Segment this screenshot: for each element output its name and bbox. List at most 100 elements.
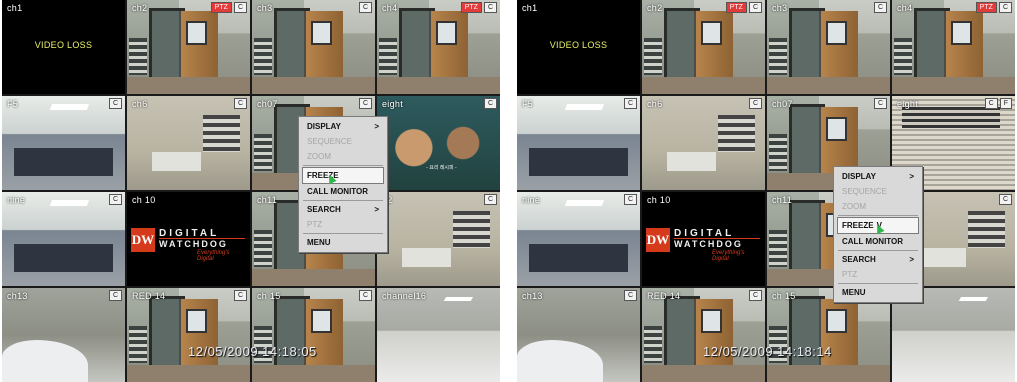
status-badges: C bbox=[998, 194, 1012, 205]
camera-tile[interactable]: ch1 VIDEO LOSS bbox=[2, 0, 125, 94]
camera-badge: C bbox=[358, 2, 372, 13]
camera-tile[interactable]: ch2 PTZ C bbox=[642, 0, 765, 94]
camera-tile[interactable]: ch6 C bbox=[642, 96, 765, 190]
logo-tagline: Everything's Digital bbox=[712, 250, 745, 262]
scene-shelf2 bbox=[203, 114, 241, 153]
camera-tile[interactable]: ch4 PTZ C bbox=[377, 0, 500, 94]
channel-label: ch6 bbox=[647, 99, 663, 109]
menu-item-display[interactable]: DISPLAY > bbox=[834, 169, 922, 184]
camera-tile[interactable]: DW DIGITAL WATCHDOG Everything's Digital ch … bbox=[127, 192, 250, 286]
menu-item-freeze[interactable]: FREEZE bbox=[302, 167, 384, 184]
camera-tile[interactable]: RED 14 C bbox=[127, 288, 250, 382]
status-badges: C bbox=[748, 98, 762, 109]
camera-tile[interactable]: ch 15 C bbox=[252, 288, 375, 382]
scene-floor bbox=[252, 77, 375, 94]
camera-badge: C bbox=[748, 2, 762, 13]
camera-badge: C bbox=[358, 98, 372, 109]
channel-label: nine bbox=[7, 195, 26, 205]
chevron-right-icon: > bbox=[374, 122, 379, 131]
camera-tile[interactable]: RED 14 C bbox=[642, 288, 765, 382]
channel-label: ch11 bbox=[772, 195, 793, 205]
camera-grid: ch1 VIDEO LOSS ch2 PTZ Cch3 Cch4 PTZ C F5 Cch6 Cch… bbox=[517, 0, 1015, 382]
status-badges: C bbox=[623, 290, 637, 301]
timestamp: 12/05/2009 14:18:14 bbox=[703, 344, 832, 359]
camera-tile[interactable]: F5 C bbox=[517, 96, 640, 190]
logo-mark: DW bbox=[646, 228, 670, 252]
menu-item-label: DISPLAY bbox=[842, 172, 876, 181]
menu-item-label: PTZ bbox=[307, 220, 323, 229]
scene-shelf2 bbox=[453, 210, 491, 249]
channel-label: ch 10 bbox=[132, 195, 156, 205]
menu-separator bbox=[838, 250, 918, 251]
channel-label: ch2 bbox=[132, 3, 148, 13]
channel-label: ch07 bbox=[772, 99, 793, 109]
menu-item-label: SEARCH bbox=[842, 255, 876, 264]
camera-tile[interactable]: - 요리 레시피 - eight C bbox=[377, 96, 500, 190]
menu-item-ptz: PTZ bbox=[299, 217, 387, 232]
scene-floor bbox=[127, 77, 250, 94]
channel-label: ch13 bbox=[7, 291, 28, 301]
scene-floor bbox=[252, 269, 375, 286]
camera-badge: C bbox=[748, 290, 762, 301]
scene-shelf bbox=[769, 37, 787, 76]
menu-item-label: SEQUENCE bbox=[307, 137, 352, 146]
camera-tile[interactable]: nine C bbox=[2, 192, 125, 286]
scene-light bbox=[958, 297, 988, 302]
menu-item-search[interactable]: SEARCH > bbox=[299, 202, 387, 217]
scene-shelf2 bbox=[718, 114, 756, 153]
ptz-badge: PTZ bbox=[725, 2, 747, 13]
channel-label: RED 14 bbox=[647, 291, 681, 301]
camera-badge: C bbox=[108, 290, 122, 301]
menu-item-label: MENU bbox=[307, 238, 331, 247]
camera-badge: C bbox=[998, 2, 1012, 13]
logo-line2: WATCHDOG bbox=[159, 239, 228, 249]
camera-tile[interactable]: ch3 C bbox=[767, 0, 890, 94]
camera-badge: C bbox=[108, 98, 122, 109]
camera-tile[interactable]: ch3 C bbox=[252, 0, 375, 94]
menu-item-label: PTZ bbox=[842, 270, 858, 279]
menu-item-menu[interactable]: MENU bbox=[834, 285, 922, 300]
camera-badge: C bbox=[748, 98, 762, 109]
camera-tile[interactable]: ch1 VIDEO LOSS bbox=[517, 0, 640, 94]
scene-floor bbox=[767, 365, 890, 382]
status-badges: C bbox=[358, 98, 372, 109]
camera-badge: C bbox=[233, 98, 247, 109]
logo-tagline: Everything's Digital bbox=[197, 250, 230, 262]
channel-label: F5 bbox=[522, 99, 534, 109]
status-badges: C bbox=[873, 98, 887, 109]
scene-shelf bbox=[379, 37, 397, 76]
scene-floor bbox=[642, 77, 765, 94]
menu-item-sequence: SEQUENCE bbox=[299, 134, 387, 149]
video-loss-text: VIDEO LOSS bbox=[549, 40, 608, 50]
ptz-badge: PTZ bbox=[975, 2, 997, 13]
scene-floor bbox=[252, 365, 375, 382]
scene-box bbox=[401, 248, 451, 268]
camera-tile[interactable]: ch13 C bbox=[517, 288, 640, 382]
menu-item-label: MENU bbox=[842, 288, 866, 297]
menu-item-menu[interactable]: MENU bbox=[299, 235, 387, 250]
menu-item-call-monitor[interactable]: CALL MONITOR bbox=[299, 184, 387, 199]
menu-item-label: CALL MONITOR bbox=[842, 237, 904, 246]
menu-item-call-monitor[interactable]: CALL MONITOR bbox=[834, 234, 922, 249]
camera-tile[interactable]: nine C bbox=[517, 192, 640, 286]
menu-item-display[interactable]: DISPLAY > bbox=[299, 119, 387, 134]
camera-tile[interactable]: ch13 C bbox=[2, 288, 125, 382]
camera-tile[interactable]: ch2 PTZ C bbox=[127, 0, 250, 94]
channel-label: ch07 bbox=[257, 99, 278, 109]
movie-subtitle: - 요리 레시피 - bbox=[426, 164, 457, 171]
camera-tile[interactable]: 12C bbox=[377, 192, 500, 286]
channel-label: ch11 bbox=[257, 195, 278, 205]
camera-badge: C bbox=[233, 290, 247, 301]
camera-tile[interactable]: F5 C bbox=[2, 96, 125, 190]
status-badges: C bbox=[108, 194, 122, 205]
camera-tile[interactable]: channel16 bbox=[377, 288, 500, 382]
camera-tile[interactable]: DW DIGITAL WATCHDOG Everything's Digital ch … bbox=[642, 192, 765, 286]
camera-tile[interactable]: ch6 C bbox=[127, 96, 250, 190]
scene-window bbox=[311, 20, 333, 46]
channel-label: eight bbox=[382, 99, 404, 109]
camera-badge: C bbox=[483, 194, 497, 205]
chevron-right-icon: > bbox=[909, 255, 914, 264]
camera-tile[interactable]: ch4 PTZ C bbox=[892, 0, 1015, 94]
menu-item-search[interactable]: SEARCH > bbox=[834, 252, 922, 267]
menu-separator bbox=[838, 215, 918, 216]
